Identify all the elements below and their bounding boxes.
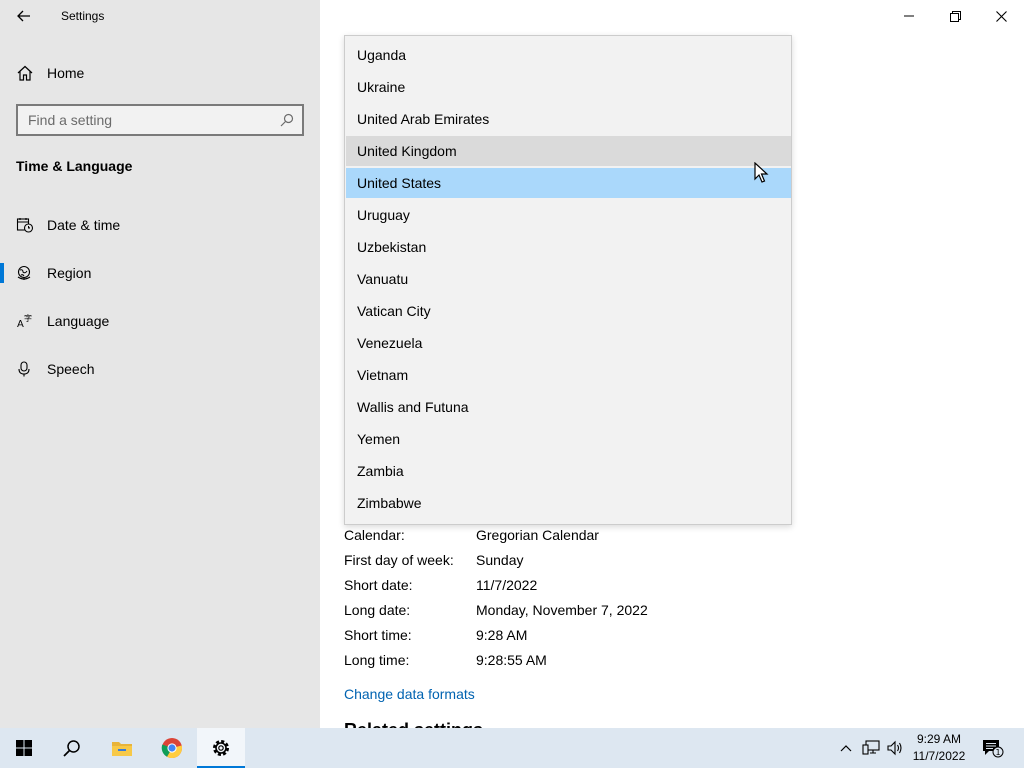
chevron-up-icon [840,745,852,752]
change-data-formats-link[interactable]: Change data formats [344,686,475,702]
country-option[interactable]: Venezuela [346,328,791,358]
section-title: Time & Language [16,158,133,174]
country-option[interactable]: Uzbekistan [346,232,791,262]
short-date-key: Short date: [344,577,413,593]
clock-date: 11/7/2022 [912,749,966,763]
back-arrow-icon [17,10,30,22]
minimize-icon [904,15,914,17]
sidebar-item-label: Language [47,313,110,329]
country-option[interactable]: Uruguay [346,200,791,230]
chrome-icon [161,738,183,759]
sidebar-item-language[interactable]: A 字 Language [0,301,320,341]
show-hidden-icons-button[interactable] [836,728,856,768]
sidebar-item-label: Date & time [47,217,121,233]
settings-gear-icon [213,740,229,756]
notification-count: 1 [995,748,1000,757]
microphone-icon [18,361,30,377]
country-option[interactable]: Vanuatu [346,264,791,294]
long-time-key: Long time: [344,652,410,668]
home-nav-item[interactable]: Home [0,56,320,90]
settings-taskbar-button[interactable] [197,728,245,768]
sidebar-item-speech[interactable]: Speech [0,349,320,389]
action-center-button[interactable]: 1 [978,728,1008,768]
minimize-button[interactable] [886,0,932,32]
start-icon [16,740,32,756]
close-button[interactable] [978,0,1024,32]
sidebar-item-label: Speech [47,361,95,377]
start-button[interactable] [0,728,48,768]
app-title: Settings [61,9,105,23]
settings-sidebar: Settings Home Find a setting Time & Lang… [0,0,320,728]
search-icon [280,113,294,127]
first-day-key: First day of week: [344,552,454,568]
date-time-icon [16,218,34,233]
country-option-selected[interactable]: United States [346,168,791,198]
country-dropdown-list[interactable]: Uganda Ukraine United Arab Emirates Unit… [344,35,792,525]
long-date-value: Monday, November 7, 2022 [476,602,648,618]
country-option[interactable]: Uganda [346,40,791,70]
short-time-value: 9:28 AM [476,627,528,643]
short-date-value: 11/7/2022 [476,577,538,593]
country-option[interactable]: Ukraine [346,72,791,102]
find-setting-search-box[interactable]: Find a setting [16,104,304,136]
taskbar-search-button[interactable] [48,728,96,768]
long-date-key: Long date: [344,602,411,618]
search-icon [63,740,80,757]
taskbar: 9:29 AM 11/7/2022 1 [0,728,1024,768]
restore-icon [949,10,961,22]
speaker-icon [887,740,902,756]
svg-text:字: 字 [24,313,32,323]
sidebar-item-region[interactable]: Region [0,253,320,293]
long-time-value: 9:28:55 AM [476,652,547,668]
language-icon: A 字 [17,313,32,329]
country-option[interactable]: Zambia [346,456,791,486]
home-label: Home [47,65,85,81]
related-settings-heading: Related settings [344,720,483,728]
country-option[interactable]: Vatican City [346,296,791,326]
back-button[interactable] [10,4,38,28]
taskbar-clock[interactable]: 9:29 AM 11/7/2022 [906,731,972,765]
sidebar-item-label: Region [47,265,92,281]
home-icon [17,65,33,81]
country-option[interactable]: Yemen [346,424,791,454]
network-icon [862,740,880,755]
first-day-value: Sunday [476,552,524,568]
restore-button[interactable] [932,0,978,32]
notification-icon: 1 [983,740,1004,758]
chrome-button[interactable] [148,728,196,768]
country-option[interactable]: Vietnam [346,360,791,390]
search-placeholder: Find a setting [28,112,113,128]
short-time-key: Short time: [344,627,412,643]
country-option-hovered[interactable]: United Kingdom [346,136,791,166]
volume-button[interactable] [884,728,906,768]
calendar-value: Gregorian Calendar [476,527,599,543]
mouse-cursor-icon [754,162,769,183]
region-globe-icon [17,265,31,280]
network-button[interactable] [860,728,882,768]
svg-text:A: A [17,319,24,329]
file-explorer-button[interactable] [98,728,146,768]
calendar-key: Calendar: [344,527,405,543]
country-option[interactable]: United Arab Emirates [346,104,791,134]
country-option[interactable]: Wallis and Futuna [346,392,791,422]
clock-time: 9:29 AM [916,732,962,746]
file-explorer-icon [112,742,132,756]
close-icon [995,10,1007,22]
country-option[interactable]: Zimbabwe [346,488,791,518]
sidebar-item-date-time[interactable]: Date & time [0,205,320,245]
